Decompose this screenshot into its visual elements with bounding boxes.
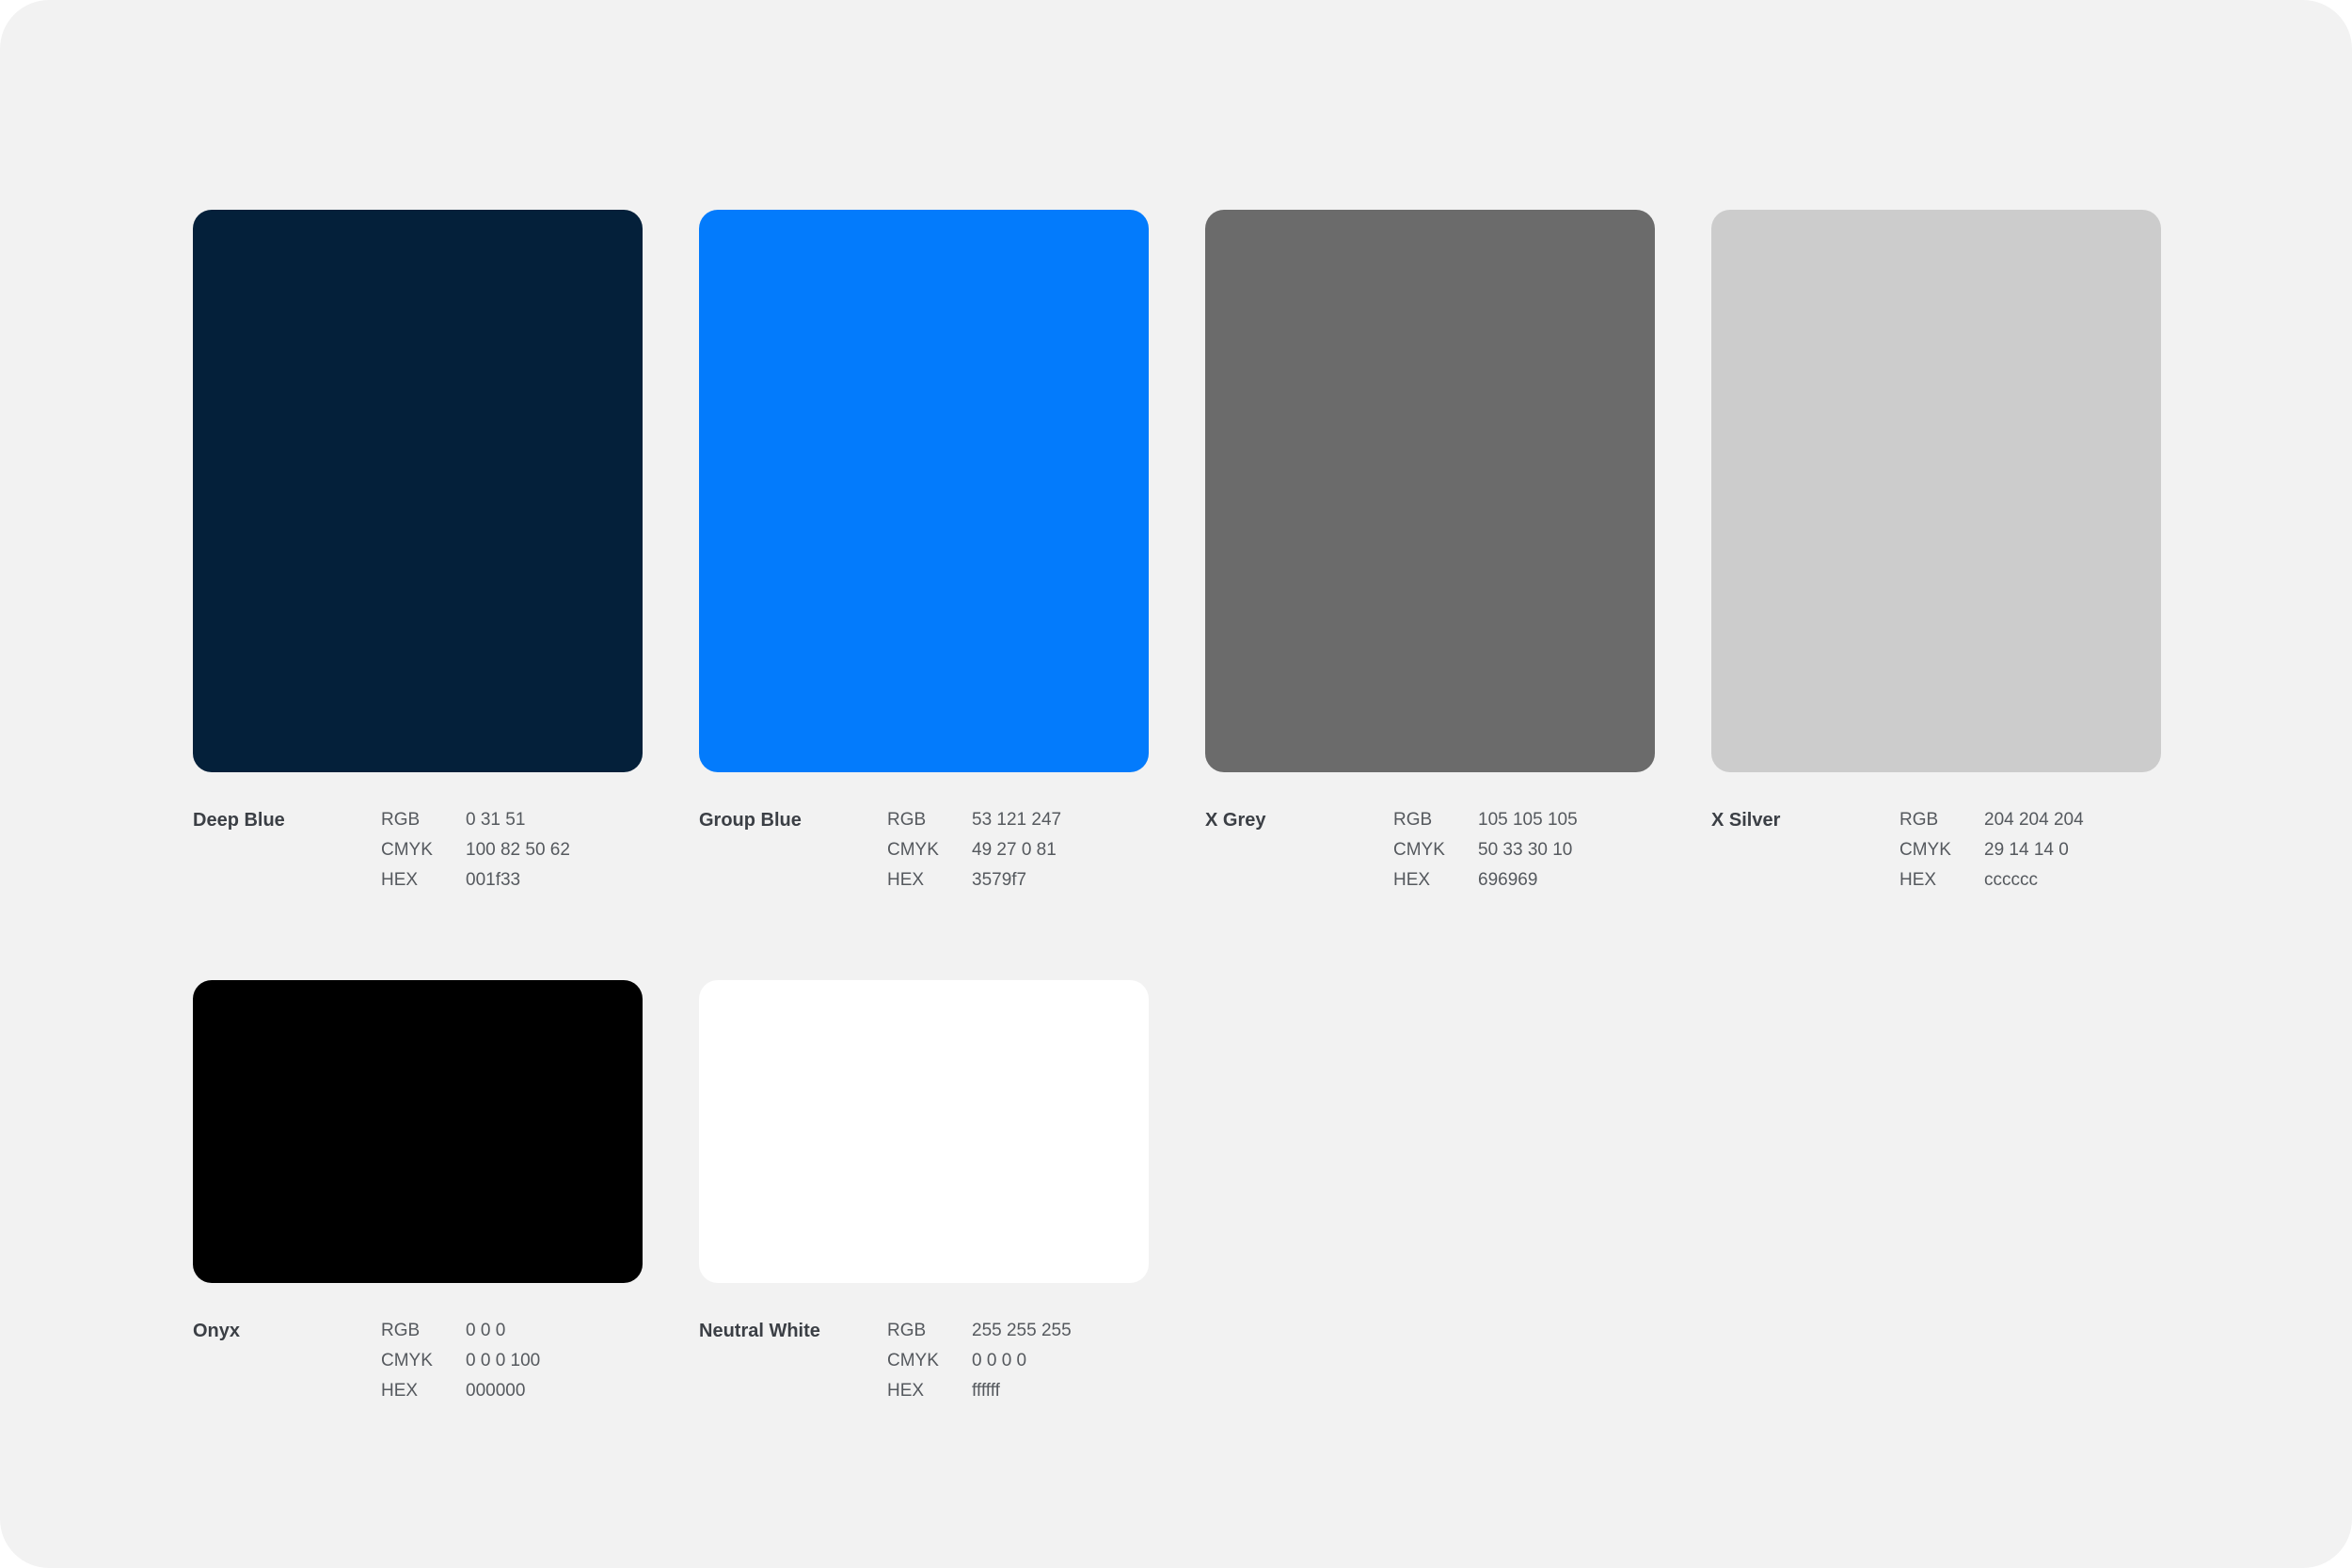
cmyk-label: CMYK [381,1351,433,1370]
hex-label: HEX [1899,870,1937,890]
hex-row: HEX 3579f7 [887,865,1061,895]
color-specs: RGB 53 121 247 CMYK 49 27 0 81 HEX 3579f7 [887,805,1061,895]
swatch-info: Onyx RGB 0 0 0 CMYK 0 0 0 100 HEX 000000 [193,1316,643,1410]
swatch-info: X Silver RGB 204 204 204 CMYK 29 14 14 0 H… [1711,805,2161,899]
cmyk-label: CMYK [381,840,433,860]
color-name: Deep Blue [193,810,285,831]
rgb-value: 204 204 204 [1984,810,2084,830]
hex-label: HEX [887,1381,925,1401]
hex-row: HEX ffffff [887,1376,1072,1406]
hex-row: HEX cccccc [1899,865,2084,895]
rgb-label: RGB [381,1321,421,1340]
cmyk-value: 49 27 0 81 [972,840,1057,860]
swatch-card-deep-blue: Deep Blue RGB 0 31 51 CMYK 100 82 50 62 HE… [193,210,643,899]
color-name: X Grey [1205,810,1266,831]
rgb-label: RGB [887,810,927,830]
color-specs: RGB 204 204 204 CMYK 29 14 14 0 HEX cccccc [1899,805,2084,895]
hex-label: HEX [381,870,419,890]
cmyk-row: CMYK 0 0 0 100 [381,1346,540,1376]
rgb-row: RGB 255 255 255 [887,1316,1072,1346]
hex-value: 3579f7 [972,870,1027,890]
rgb-row: RGB 0 0 0 [381,1316,540,1346]
cmyk-value: 0 0 0 100 [466,1351,541,1370]
hex-value: 696969 [1478,870,1538,890]
rgb-value: 105 105 105 [1478,810,1578,830]
rgb-label: RGB [887,1321,927,1340]
rgb-value: 0 0 0 [466,1321,506,1340]
color-specs: RGB 0 31 51 CMYK 100 82 50 62 HEX 001f33 [381,805,570,895]
swatch-info: Group Blue RGB 53 121 247 CMYK 49 27 0 81 … [699,805,1149,899]
color-swatch [193,210,643,772]
color-name: Onyx [193,1321,241,1341]
rgb-value: 255 255 255 [972,1321,1072,1340]
cmyk-row: CMYK 29 14 14 0 [1899,835,2084,865]
cmyk-label: CMYK [887,1351,939,1370]
swatch-info: Neutral White RGB 255 255 255 CMYK 0 0 0 0… [699,1316,1149,1410]
cmyk-row: CMYK 50 33 30 10 [1393,835,1578,865]
hex-label: HEX [887,870,925,890]
cmyk-row: CMYK 0 0 0 0 [887,1346,1072,1376]
color-swatch [193,980,643,1283]
color-specs: RGB 255 255 255 CMYK 0 0 0 0 HEX ffffff [887,1316,1072,1406]
rgb-row: RGB 0 31 51 [381,805,570,835]
swatch-card-neutral-white: Neutral White RGB 255 255 255 CMYK 0 0 0 0… [699,980,1149,1410]
swatch-card-x-grey: X Grey RGB 105 105 105 CMYK 50 33 30 10 HE… [1205,210,1655,899]
rgb-row: RGB 204 204 204 [1899,805,2084,835]
rgb-label: RGB [1393,810,1433,830]
color-name: X Silver [1711,810,1781,831]
hex-value: 000000 [466,1381,526,1401]
swatch-card-onyx: Onyx RGB 0 0 0 CMYK 0 0 0 100 HEX 000000 [193,980,643,1410]
cmyk-value: 0 0 0 0 [972,1351,1027,1370]
hex-value: cccccc [1984,870,2038,890]
swatch-info: Deep Blue RGB 0 31 51 CMYK 100 82 50 62 HE… [193,805,643,899]
swatch-info: X Grey RGB 105 105 105 CMYK 50 33 30 10 HE… [1205,805,1655,899]
rgb-row: RGB 53 121 247 [887,805,1061,835]
hex-row: HEX 001f33 [381,865,570,895]
cmyk-label: CMYK [887,840,939,860]
palette-board: Deep Blue RGB 0 31 51 CMYK 100 82 50 62 HE… [0,0,2352,1568]
rgb-value: 0 31 51 [466,810,526,830]
color-swatch [699,210,1149,772]
swatch-card-group-blue: Group Blue RGB 53 121 247 CMYK 49 27 0 81 … [699,210,1149,899]
cmyk-value: 100 82 50 62 [466,840,570,860]
color-name: Group Blue [699,810,802,831]
rgb-label: RGB [1899,810,1939,830]
hex-value: ffffff [972,1381,1000,1401]
hex-row: HEX 000000 [381,1376,540,1406]
rgb-label: RGB [381,810,421,830]
rgb-value: 53 121 247 [972,810,1062,830]
hex-value: 001f33 [466,870,521,890]
color-swatch [1711,210,2161,772]
color-specs: RGB 0 0 0 CMYK 0 0 0 100 HEX 000000 [381,1316,540,1406]
cmyk-row: CMYK 49 27 0 81 [887,835,1061,865]
hex-row: HEX 696969 [1393,865,1578,895]
cmyk-label: CMYK [1393,840,1445,860]
cmyk-label: CMYK [1899,840,1951,860]
cmyk-value: 29 14 14 0 [1984,840,2069,860]
cmyk-value: 50 33 30 10 [1478,840,1573,860]
hex-label: HEX [1393,870,1431,890]
color-swatch [1205,210,1655,772]
color-name: Neutral White [699,1321,820,1341]
rgb-row: RGB 105 105 105 [1393,805,1578,835]
color-specs: RGB 105 105 105 CMYK 50 33 30 10 HEX 696969 [1393,805,1578,895]
swatch-card-x-silver: X Silver RGB 204 204 204 CMYK 29 14 14 0 H… [1711,210,2161,899]
cmyk-row: CMYK 100 82 50 62 [381,835,570,865]
color-swatch [699,980,1149,1283]
hex-label: HEX [381,1381,419,1401]
